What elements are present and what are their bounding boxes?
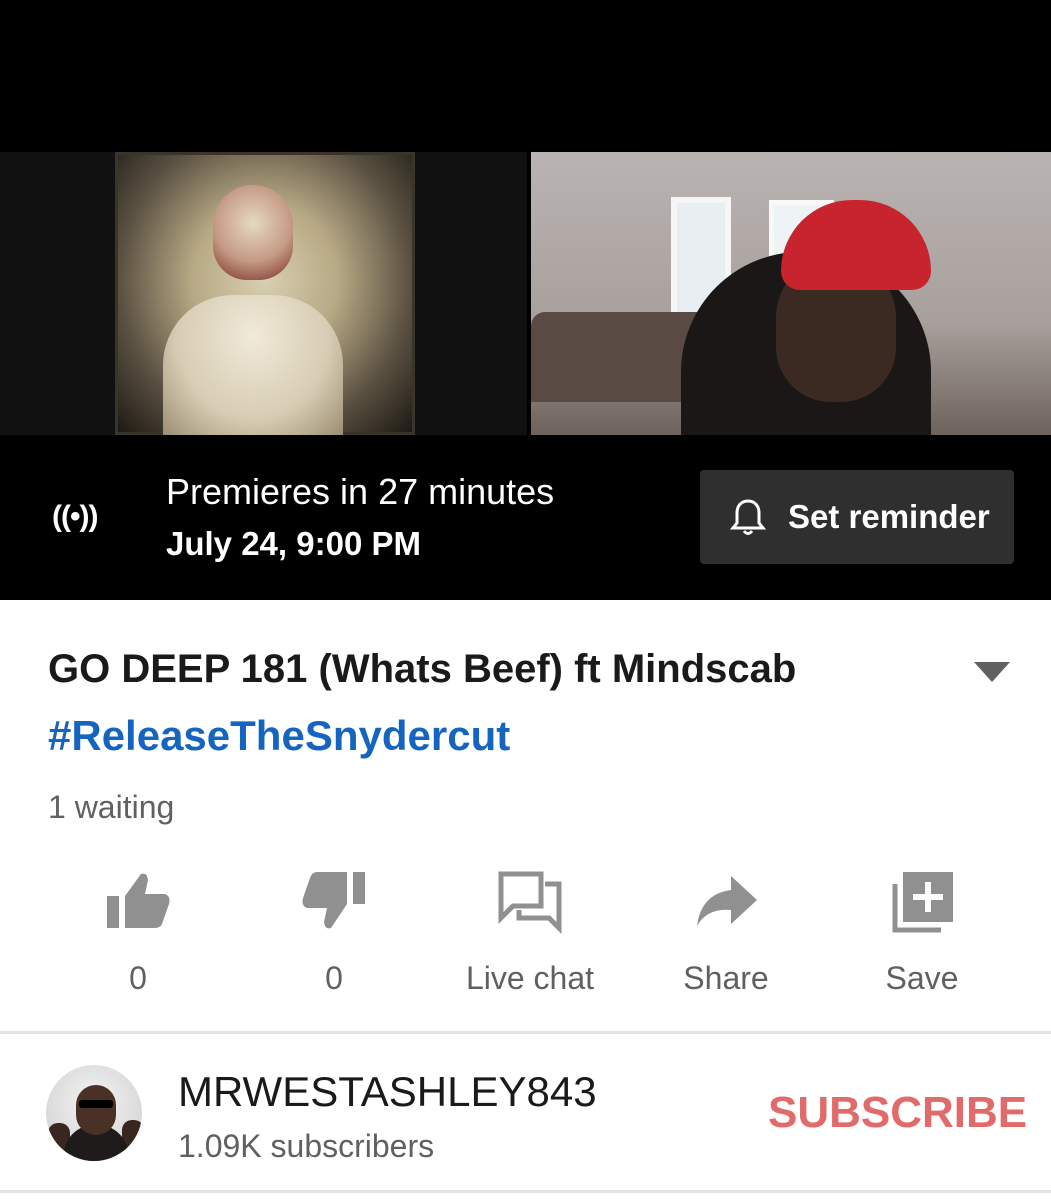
premiere-date: July 24, 9:00 PM: [166, 525, 421, 562]
section-divider: [0, 1190, 1051, 1193]
subscribe-button[interactable]: SUBSCRIBE: [768, 1088, 1027, 1138]
dislike-button[interactable]: 0: [244, 868, 424, 997]
set-reminder-button[interactable]: Set reminder: [700, 470, 1014, 564]
live-chat-icon: [498, 871, 562, 934]
video-player[interactable]: ((•)) Premieres in 27 minutes July 24, 9…: [0, 0, 1051, 600]
thumbs-up-icon: [107, 873, 170, 928]
channel-avatar[interactable]: [46, 1065, 142, 1161]
dislike-count: 0: [325, 960, 343, 996]
section-divider: [0, 1031, 1051, 1034]
channel-name[interactable]: MRWESTASHLEY843: [178, 1068, 597, 1116]
expand-description-icon[interactable]: [972, 660, 1012, 684]
avatar-sunglasses: [79, 1100, 113, 1108]
bell-icon: [729, 497, 767, 537]
save-button[interactable]: Save: [832, 868, 1012, 997]
subscriber-count: 1.09K subscribers: [178, 1128, 435, 1164]
hashtag-link[interactable]: #ReleaseTheSnydercut: [48, 712, 510, 760]
thumbnail-right-panel: [531, 152, 1051, 435]
share-button[interactable]: Share: [636, 868, 816, 997]
avatar-figure: [76, 1085, 116, 1135]
thumbnail-left-image: [115, 152, 415, 435]
waiting-count: 1 waiting: [48, 789, 175, 825]
share-label: Share: [683, 960, 769, 996]
share-icon: [697, 876, 757, 926]
live-chat-label: Live chat: [465, 960, 595, 996]
premiere-countdown: Premieres in 27 minutes: [166, 471, 555, 512]
thumbnail-left-panel: [0, 152, 527, 435]
live-chat-button[interactable]: Live chat: [440, 868, 620, 997]
live-broadcast-icon: ((•)): [52, 500, 98, 533]
like-count: 0: [129, 960, 147, 996]
like-button[interactable]: 0: [48, 868, 228, 997]
save-label: Save: [885, 960, 959, 996]
set-reminder-label: Set reminder: [788, 498, 990, 535]
video-title: GO DEEP 181 (Whats Beef) ft Mindscab: [48, 647, 797, 691]
save-playlist-icon: [892, 872, 953, 933]
thumbs-down-icon: [302, 872, 365, 929]
